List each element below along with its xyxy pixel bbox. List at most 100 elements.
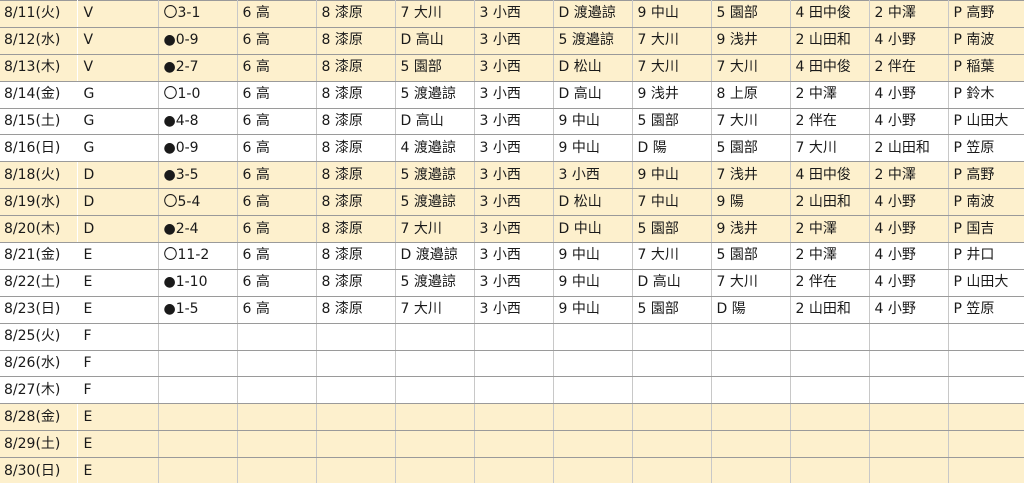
order-3-cell[interactable]: D 高山 bbox=[395, 108, 475, 136]
code-cell[interactable]: G bbox=[77, 108, 159, 136]
pitcher-cell[interactable] bbox=[948, 350, 1024, 378]
order-1-cell[interactable]: 6 高 bbox=[237, 161, 317, 190]
order-8-cell[interactable]: 2 中澤 bbox=[790, 242, 870, 270]
order-5-cell[interactable]: 9 中山 bbox=[553, 134, 633, 163]
code-cell[interactable]: E bbox=[77, 430, 159, 459]
date-cell[interactable]: 8/19(水) bbox=[0, 188, 78, 217]
date-cell[interactable]: 8/29(土) bbox=[0, 430, 78, 459]
order-1-cell[interactable]: 6 高 bbox=[237, 54, 317, 82]
order-3-cell[interactable] bbox=[395, 403, 475, 432]
order-2-cell[interactable] bbox=[316, 430, 396, 459]
pitcher-cell[interactable]: P 山田大 bbox=[948, 269, 1024, 297]
order-8-cell[interactable]: 2 山田和 bbox=[790, 296, 870, 324]
order-2-cell[interactable] bbox=[316, 403, 396, 432]
order-3-cell[interactable]: 7 大川 bbox=[395, 0, 475, 28]
result-cell[interactable] bbox=[158, 376, 238, 405]
order-4-cell[interactable]: 3 小西 bbox=[474, 134, 554, 163]
date-cell[interactable]: 8/20(木) bbox=[0, 215, 78, 244]
date-cell[interactable]: 8/13(木) bbox=[0, 54, 78, 82]
date-cell[interactable]: 8/21(金) bbox=[0, 242, 78, 270]
date-cell[interactable]: 8/23(日) bbox=[0, 296, 78, 324]
order-9-cell[interactable]: 4 小野 bbox=[869, 188, 949, 217]
order-9-cell[interactable] bbox=[869, 403, 949, 432]
order-3-cell[interactable]: D 高山 bbox=[395, 27, 475, 55]
order-5-cell[interactable]: D 高山 bbox=[553, 81, 633, 109]
order-9-cell[interactable] bbox=[869, 323, 949, 351]
order-5-cell[interactable]: D 中山 bbox=[553, 215, 633, 244]
order-7-cell[interactable]: 7 大川 bbox=[711, 108, 791, 136]
order-8-cell[interactable] bbox=[790, 350, 870, 378]
order-2-cell[interactable]: 8 漆原 bbox=[316, 188, 396, 217]
order-6-cell[interactable] bbox=[632, 376, 712, 405]
order-4-cell[interactable]: 3 小西 bbox=[474, 0, 554, 28]
pitcher-cell[interactable]: P 南波 bbox=[948, 188, 1024, 217]
result-cell[interactable]: 〇11-2 bbox=[158, 242, 238, 270]
pitcher-cell[interactable]: P 笠原 bbox=[948, 134, 1024, 163]
order-1-cell[interactable] bbox=[237, 376, 317, 405]
result-cell[interactable] bbox=[158, 430, 238, 459]
order-2-cell[interactable]: 8 漆原 bbox=[316, 81, 396, 109]
result-cell[interactable]: ●1-5 bbox=[158, 296, 238, 324]
order-7-cell[interactable]: D 陽 bbox=[711, 296, 791, 324]
order-4-cell[interactable] bbox=[474, 403, 554, 432]
order-3-cell[interactable]: 5 渡邉諒 bbox=[395, 188, 475, 217]
order-1-cell[interactable]: 6 高 bbox=[237, 269, 317, 297]
code-cell[interactable]: V bbox=[77, 54, 159, 82]
order-5-cell[interactable]: D 松山 bbox=[553, 188, 633, 217]
order-8-cell[interactable] bbox=[790, 430, 870, 459]
date-cell[interactable]: 8/18(火) bbox=[0, 161, 78, 190]
order-7-cell[interactable]: 9 浅井 bbox=[711, 215, 791, 244]
order-9-cell[interactable]: 2 伴在 bbox=[869, 54, 949, 82]
pitcher-cell[interactable] bbox=[948, 430, 1024, 459]
result-cell[interactable]: ●2-4 bbox=[158, 215, 238, 244]
order-9-cell[interactable]: 2 山田和 bbox=[869, 134, 949, 163]
order-6-cell[interactable]: 9 浅井 bbox=[632, 81, 712, 109]
date-cell[interactable]: 8/30(日) bbox=[0, 457, 78, 483]
order-8-cell[interactable]: 2 中澤 bbox=[790, 81, 870, 109]
order-2-cell[interactable] bbox=[316, 457, 396, 483]
pitcher-cell[interactable] bbox=[948, 376, 1024, 405]
order-4-cell[interactable]: 3 小西 bbox=[474, 81, 554, 109]
order-2-cell[interactable]: 8 漆原 bbox=[316, 215, 396, 244]
order-6-cell[interactable]: D 陽 bbox=[632, 134, 712, 163]
order-1-cell[interactable]: 6 高 bbox=[237, 134, 317, 163]
order-7-cell[interactable] bbox=[711, 350, 791, 378]
order-2-cell[interactable]: 8 漆原 bbox=[316, 0, 396, 28]
order-3-cell[interactable] bbox=[395, 323, 475, 351]
date-cell[interactable]: 8/15(土) bbox=[0, 108, 78, 136]
order-7-cell[interactable]: 7 浅井 bbox=[711, 161, 791, 190]
order-3-cell[interactable]: 7 大川 bbox=[395, 296, 475, 324]
code-cell[interactable]: D bbox=[77, 161, 159, 190]
order-4-cell[interactable]: 3 小西 bbox=[474, 188, 554, 217]
order-3-cell[interactable]: 4 渡邉諒 bbox=[395, 134, 475, 163]
result-cell[interactable] bbox=[158, 457, 238, 483]
order-8-cell[interactable]: 4 田中俊 bbox=[790, 54, 870, 82]
order-9-cell[interactable]: 4 小野 bbox=[869, 296, 949, 324]
order-6-cell[interactable] bbox=[632, 350, 712, 378]
order-3-cell[interactable]: 5 渡邉諒 bbox=[395, 81, 475, 109]
order-8-cell[interactable] bbox=[790, 323, 870, 351]
order-6-cell[interactable] bbox=[632, 457, 712, 483]
order-1-cell[interactable] bbox=[237, 457, 317, 483]
order-6-cell[interactable]: 7 大川 bbox=[632, 54, 712, 82]
order-5-cell[interactable]: 9 中山 bbox=[553, 296, 633, 324]
result-cell[interactable]: ●1-10 bbox=[158, 269, 238, 297]
code-cell[interactable]: E bbox=[77, 269, 159, 297]
order-1-cell[interactable] bbox=[237, 403, 317, 432]
code-cell[interactable]: V bbox=[77, 0, 159, 28]
result-cell[interactable]: ●0-9 bbox=[158, 134, 238, 163]
pitcher-cell[interactable]: P 鈴木 bbox=[948, 81, 1024, 109]
order-9-cell[interactable]: 4 小野 bbox=[869, 81, 949, 109]
order-2-cell[interactable]: 8 漆原 bbox=[316, 161, 396, 190]
order-5-cell[interactable] bbox=[553, 403, 633, 432]
order-3-cell[interactable] bbox=[395, 457, 475, 483]
code-cell[interactable]: D bbox=[77, 215, 159, 244]
order-8-cell[interactable]: 2 中澤 bbox=[790, 215, 870, 244]
code-cell[interactable]: E bbox=[77, 457, 159, 483]
order-9-cell[interactable]: 4 小野 bbox=[869, 215, 949, 244]
order-7-cell[interactable] bbox=[711, 457, 791, 483]
pitcher-cell[interactable]: P 国吉 bbox=[948, 215, 1024, 244]
order-9-cell[interactable]: 4 小野 bbox=[869, 242, 949, 270]
order-4-cell[interactable] bbox=[474, 350, 554, 378]
order-9-cell[interactable] bbox=[869, 376, 949, 405]
